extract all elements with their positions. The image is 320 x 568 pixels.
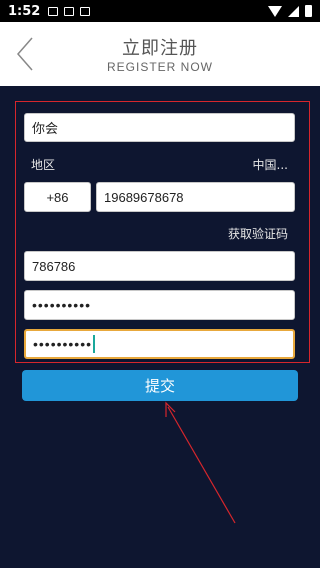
- region-label: 地区: [31, 158, 56, 172]
- signal-icon: [288, 5, 299, 17]
- verify-code-field[interactable]: 786786: [24, 251, 295, 281]
- wifi-icon: [268, 5, 282, 17]
- page-subtitle: REGISTER NOW: [106, 60, 213, 74]
- page-title: 立即注册: [122, 38, 198, 59]
- region-selector[interactable]: 中国...: [253, 156, 288, 173]
- submit-button[interactable]: 提交: [22, 370, 298, 401]
- app-notification-icon: [64, 6, 75, 16]
- name-field[interactable]: 你会: [24, 113, 295, 142]
- status-time: 1:52: [8, 3, 41, 19]
- phone-field[interactable]: 19689678678: [96, 182, 295, 212]
- status-bar: 1:52: [0, 0, 320, 22]
- get-code-button[interactable]: 获取验证码: [228, 225, 288, 242]
- image-notification-icon: [48, 6, 59, 16]
- confirm-password-field[interactable]: ••••••••••: [24, 329, 295, 359]
- password-field[interactable]: ••••••••••: [24, 290, 295, 320]
- battery-icon: [305, 5, 312, 17]
- confirm-password-value: ••••••••••: [33, 336, 93, 352]
- text-cursor: [93, 335, 96, 353]
- keyboard-notification-icon: [80, 6, 91, 16]
- country-code-field[interactable]: +86: [24, 182, 91, 212]
- header: 立即注册 REGISTER NOW: [0, 22, 320, 86]
